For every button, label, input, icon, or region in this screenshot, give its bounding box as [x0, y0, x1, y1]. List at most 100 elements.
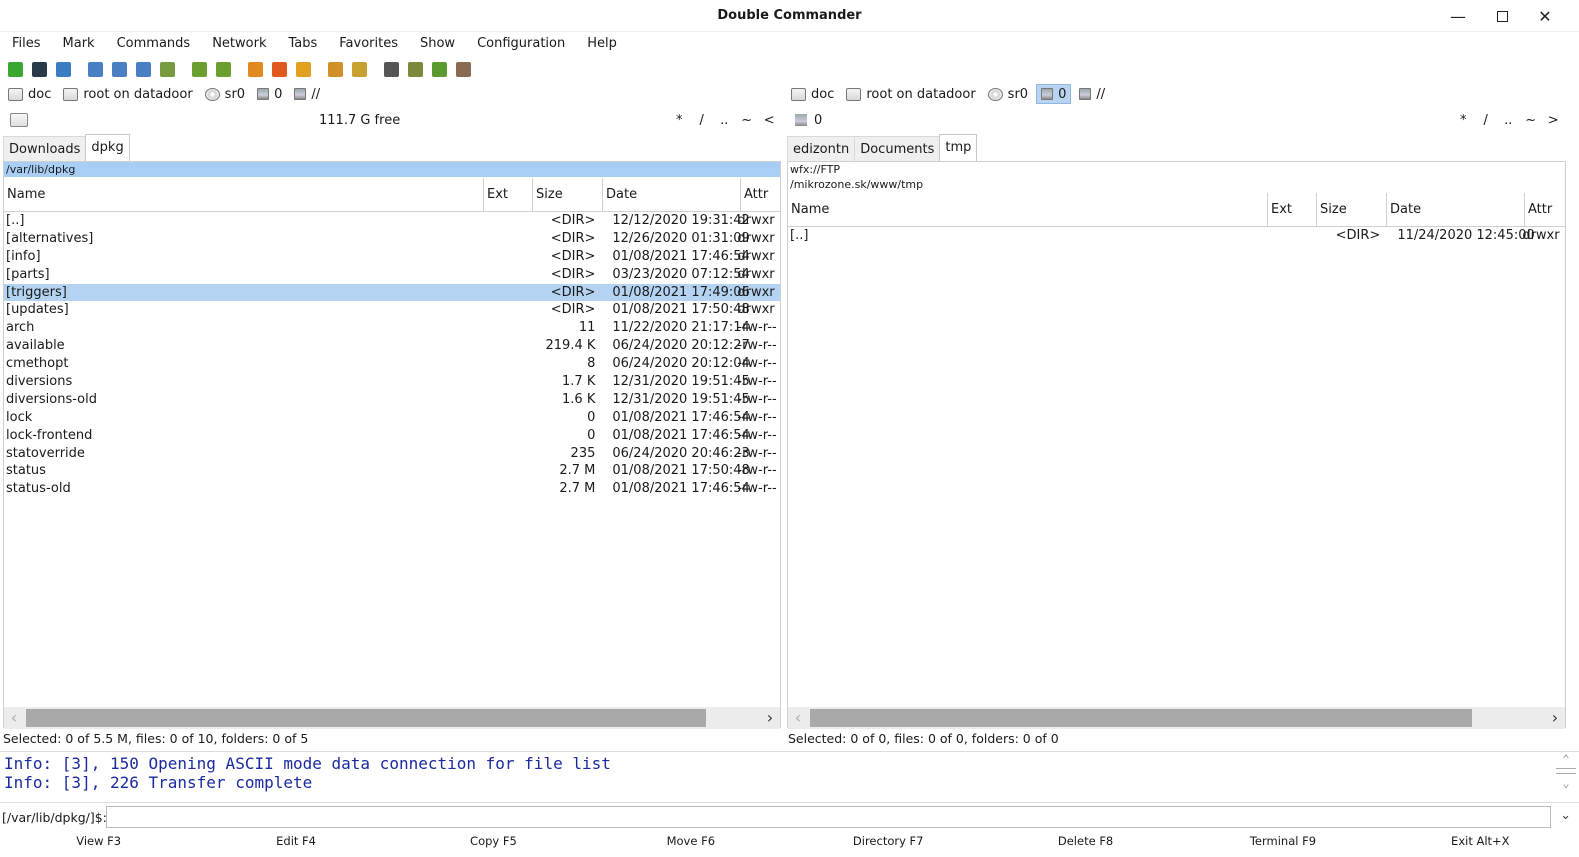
- column-header-name[interactable]: Name: [4, 178, 484, 212]
- search-button[interactable]: [380, 59, 402, 79]
- scroll-right-icon[interactable]: ›: [1545, 708, 1565, 727]
- network-drive-icon[interactable]: [795, 114, 807, 126]
- fkey-exit-alt-x[interactable]: Exit Alt+X: [1382, 831, 1579, 855]
- horizontal-scrollbar[interactable]: ‹ ›: [788, 707, 1565, 729]
- fkey-directory-f7[interactable]: Directory F7: [790, 831, 987, 855]
- maximize-button[interactable]: [1482, 4, 1522, 28]
- compare-button[interactable]: [428, 59, 450, 79]
- file-row[interactable]: status-old 2.7 M 01/08/2021 17:46:54 -rw-r-…: [4, 480, 780, 498]
- drive-button-sr0[interactable]: sr0: [984, 84, 1032, 104]
- drive-button-0[interactable]: 0: [1036, 84, 1072, 104]
- menu-commands[interactable]: Commands: [104, 34, 200, 56]
- file-row[interactable]: [info] <DIR> 01/08/2021 17:46:54 drwxr: [4, 248, 780, 266]
- nav-button-up[interactable]: ..: [713, 113, 736, 128]
- drive-button-[interactable]: //: [1075, 84, 1109, 104]
- log-scrollbar[interactable]: ⌃ ⌄: [1553, 752, 1579, 802]
- file-row[interactable]: [..] <DIR> 12/12/2020 19:31:42 drwxr: [4, 212, 780, 230]
- column-header-name[interactable]: Name: [788, 193, 1268, 227]
- nav-button-home[interactable]: ~: [1520, 113, 1543, 128]
- file-row[interactable]: [alternatives] <DIR> 12/26/2020 01:31:09 dr…: [4, 230, 780, 248]
- thumbnail-view-button[interactable]: [132, 59, 154, 79]
- copy-left-button[interactable]: [188, 59, 210, 79]
- scroll-left-icon[interactable]: ‹: [4, 708, 24, 727]
- drive-button-[interactable]: //: [290, 84, 324, 104]
- nav-button-slash[interactable]: /: [691, 113, 714, 128]
- pack-files-button[interactable]: [324, 59, 346, 79]
- file-row[interactable]: diversions-old 1.6 K 12/31/2020 19:51:45 -r…: [4, 391, 780, 409]
- drive-icon[interactable]: [10, 113, 28, 127]
- scroll-left-icon[interactable]: ‹: [788, 708, 808, 727]
- column-header-date[interactable]: Date: [1387, 193, 1525, 227]
- current-path-line1[interactable]: wfx://FTP: [788, 162, 1565, 177]
- nav-button-home[interactable]: ~: [736, 113, 759, 128]
- file-row[interactable]: statoverride 235 06/24/2020 20:46:23 -rw-r-…: [4, 445, 780, 463]
- chevron-down-icon[interactable]: ⌄: [1560, 808, 1571, 823]
- horizontal-scrollbar[interactable]: ‹ ›: [4, 707, 780, 729]
- menu-help[interactable]: Help: [574, 34, 626, 56]
- file-row[interactable]: [parts] <DIR> 03/23/2020 07:12:54 drwxr: [4, 266, 780, 284]
- sync-dirs-button[interactable]: [156, 59, 178, 79]
- fkey-view-f3[interactable]: View F3: [0, 831, 197, 855]
- current-path-line2[interactable]: /mikrozone.sk/www/tmp: [788, 177, 1565, 192]
- menu-network[interactable]: Network: [199, 34, 275, 56]
- file-row[interactable]: diversions 1.7 K 12/31/2020 19:51:45 -rw-r-…: [4, 373, 780, 391]
- tab-edizontn[interactable]: edizontn: [787, 136, 856, 162]
- full-view-button[interactable]: [108, 59, 130, 79]
- tab-tmp[interactable]: tmp: [939, 134, 978, 162]
- scroll-thumb[interactable]: [1556, 768, 1576, 774]
- drive-button-0[interactable]: 0: [253, 84, 286, 104]
- drive-button-doc[interactable]: doc: [787, 84, 838, 104]
- nav-button-slash[interactable]: /: [1475, 113, 1498, 128]
- drive-button-sr0[interactable]: sr0: [201, 84, 249, 104]
- log-window[interactable]: Info: [3], 150 Opening ASCII mode data c…: [0, 751, 1579, 803]
- ftp-new-connection-button[interactable]: [292, 59, 314, 79]
- minimize-button[interactable]: —: [1438, 4, 1478, 28]
- column-header-size[interactable]: Size: [1317, 193, 1387, 227]
- file-row[interactable]: cmethopt 8 06/24/2020 20:12:04 -rw-r--: [4, 355, 780, 373]
- column-header-date[interactable]: Date: [603, 178, 741, 212]
- fkey-move-f6[interactable]: Move F6: [592, 831, 789, 855]
- fkey-copy-f5[interactable]: Copy F5: [395, 831, 592, 855]
- menu-mark[interactable]: Mark: [50, 34, 104, 56]
- menu-favorites[interactable]: Favorites: [326, 34, 407, 56]
- column-header-ext[interactable]: Ext: [484, 178, 533, 212]
- file-row[interactable]: lock-frontend 0 01/08/2021 17:46:54 -rw-r--: [4, 427, 780, 445]
- current-path[interactable]: /var/lib/dpkg: [4, 162, 780, 177]
- ftp-connect-button[interactable]: [244, 59, 266, 79]
- nav-button-swap[interactable]: >: [1542, 113, 1565, 128]
- tab-documents[interactable]: Documents: [854, 136, 941, 162]
- file-row[interactable]: [updates] <DIR> 01/08/2021 17:50:48 drwxr: [4, 301, 780, 319]
- options-button[interactable]: [52, 59, 74, 79]
- copy-names-button[interactable]: [452, 59, 474, 79]
- column-header-size[interactable]: Size: [533, 178, 603, 212]
- close-button[interactable]: ✕: [1525, 4, 1565, 28]
- file-row[interactable]: [..] <DIR> 11/24/2020 12:45:00 drwxr: [788, 227, 1565, 245]
- drive-button-root-on-datadoor[interactable]: root on datadoor: [842, 84, 979, 104]
- tab-downloads[interactable]: Downloads: [3, 136, 87, 162]
- multi-rename-button[interactable]: [404, 59, 426, 79]
- scroll-thumb[interactable]: [810, 709, 1472, 727]
- fkey-terminal-f9[interactable]: Terminal F9: [1184, 831, 1381, 855]
- menu-show[interactable]: Show: [407, 34, 464, 56]
- refresh-button[interactable]: [4, 59, 26, 79]
- column-header-attr[interactable]: Attr: [741, 178, 780, 212]
- column-header-attr[interactable]: Attr: [1525, 193, 1564, 227]
- scroll-down-icon[interactable]: ⌄: [1562, 776, 1569, 790]
- menu-files[interactable]: Files: [0, 34, 50, 56]
- scroll-thumb[interactable]: [26, 709, 706, 727]
- nav-button-up[interactable]: ..: [1497, 113, 1520, 128]
- fkey-delete-f8[interactable]: Delete F8: [987, 831, 1184, 855]
- scroll-up-icon[interactable]: ⌃: [1562, 752, 1569, 766]
- ftp-disconnect-button[interactable]: [268, 59, 290, 79]
- file-row[interactable]: available 219.4 K 06/24/2020 20:12:27 -rw-r…: [4, 337, 780, 355]
- command-input[interactable]: [106, 806, 1551, 828]
- nav-button-root[interactable]: *: [668, 113, 691, 128]
- file-row[interactable]: status 2.7 M 01/08/2021 17:50:48 -rw-r--: [4, 462, 780, 480]
- brief-view-button[interactable]: [84, 59, 106, 79]
- drive-button-doc[interactable]: doc: [4, 84, 55, 104]
- drive-button-root-on-datadoor[interactable]: root on datadoor: [59, 84, 196, 104]
- fkey-edit-f4[interactable]: Edit F4: [197, 831, 394, 855]
- file-row[interactable]: lock 0 01/08/2021 17:46:54 -rw-r--: [4, 409, 780, 427]
- terminal-button[interactable]: [28, 59, 50, 79]
- tab-dpkg[interactable]: dpkg: [85, 134, 130, 162]
